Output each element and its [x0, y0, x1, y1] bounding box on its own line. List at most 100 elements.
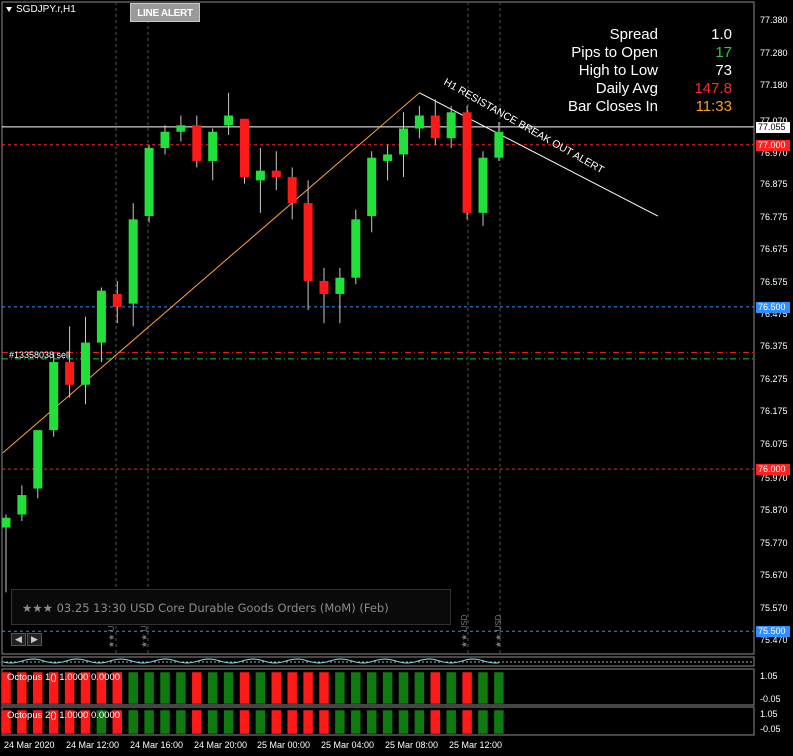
time-axis-label: 25 Mar 00:00	[257, 740, 311, 750]
info-panel: Spread 1.0 Pips to Open 17 High to Low 73 Dail…	[540, 26, 740, 116]
octopus-1-bar	[286, 671, 298, 705]
line-alert-button[interactable]: LINE ALERT	[130, 3, 200, 22]
candle	[112, 280, 122, 324]
info-value: 17	[715, 44, 732, 61]
octopus-1-bar	[302, 671, 314, 705]
info-row: Spread 1.0	[540, 26, 740, 44]
octopus-1-bar	[318, 671, 330, 705]
price-axis-label: 75.870	[760, 505, 788, 516]
bull-candle-body	[144, 147, 154, 217]
price-axis-label: 76.375	[760, 341, 788, 352]
candle	[176, 115, 186, 142]
octopus-1-bar	[223, 671, 234, 705]
octopus-2-bar	[286, 709, 298, 735]
bull-candle-body	[255, 170, 265, 181]
octopus-2-bar	[175, 709, 187, 735]
price-axis-label: 75.770	[760, 537, 788, 548]
price-axis-label: 75.570	[760, 602, 788, 613]
octopus-1-bar	[430, 671, 441, 705]
indicator-label: Octopus 1() 1.0000 0.0000	[7, 672, 121, 683]
bull-candle-body	[478, 157, 488, 213]
bull-candle-body	[494, 131, 504, 158]
time-axis-label: 25 Mar 08:00	[385, 740, 439, 750]
price-axis-label: 76.575	[760, 276, 788, 287]
candle	[96, 287, 106, 363]
candle	[367, 151, 377, 233]
indicator-axis-top: 1.05	[760, 671, 778, 681]
octopus-1-bar	[239, 671, 250, 705]
price-tag: 76.500	[756, 301, 790, 313]
candle	[192, 115, 202, 168]
indicator-axis-top: 1.05	[760, 709, 778, 719]
octopus-1-bar	[461, 671, 473, 705]
price-axis-label: 77.280	[760, 47, 788, 58]
bull-candle-body	[49, 362, 59, 431]
bull-candle-body	[96, 290, 106, 343]
price-axis-label: 75.670	[760, 570, 788, 581]
octopus-1-bar	[271, 671, 282, 705]
candle	[319, 267, 329, 324]
octopus-2-bar	[159, 709, 171, 735]
bull-candle-body	[367, 157, 377, 217]
bull-candle-body	[128, 219, 138, 304]
octopus-2-bar	[239, 709, 250, 735]
octopus-2-bar	[223, 709, 234, 735]
candle	[414, 105, 424, 139]
candle	[287, 167, 297, 220]
candle	[144, 144, 154, 223]
bull-candle-body	[224, 115, 234, 126]
bear-candle-body	[287, 177, 297, 204]
time-axis-label: 25 Mar 12:00	[449, 740, 503, 750]
scroll-right-icon[interactable]: ▶	[27, 633, 42, 646]
indicator-axis-bottom: -0.05	[760, 694, 781, 704]
dropdown-triangle-icon[interactable]	[6, 6, 12, 12]
candle	[65, 326, 75, 398]
octopus-2-bar	[302, 709, 314, 735]
octopus-2-bar	[127, 709, 139, 735]
scroll-left-icon[interactable]: ◀	[11, 633, 26, 646]
octopus-2-bar	[334, 709, 346, 735]
octopus-1-bar	[366, 671, 377, 705]
bull-candle-body	[33, 430, 43, 489]
info-value: 1.0	[711, 26, 732, 43]
octopus-1-bar	[414, 671, 425, 705]
time-axis-label: 25 Mar 04:00	[321, 740, 375, 750]
octopus-2-bar	[382, 709, 393, 735]
bear-candle-body	[303, 203, 313, 281]
candle	[383, 144, 393, 181]
bear-candle-body	[319, 280, 329, 294]
time-axis-label: 24 Mar 16:00	[130, 740, 184, 750]
horizontal-levels[interactable]	[2, 126, 754, 632]
bull-candle-body	[81, 342, 90, 385]
bear-candle-body	[271, 170, 281, 178]
candle	[494, 122, 504, 161]
octopus-2-bar	[207, 709, 218, 735]
news-ticker[interactable]: ★★★ 03.25 13:30 USD Core Durable Goods O…	[11, 589, 451, 625]
octopus-2-bar	[461, 709, 473, 735]
octopus-2-bar	[445, 709, 457, 735]
octopus-2-bar	[318, 709, 330, 735]
bull-candle-body	[351, 219, 361, 278]
octopus-2-bar	[414, 709, 425, 735]
info-value: 11:33	[695, 98, 732, 115]
bear-candle-body	[65, 362, 75, 385]
octopus-2-bar	[191, 709, 203, 735]
time-axis-label: 24 Mar 12:00	[66, 740, 120, 750]
price-axis-label: 77.180	[760, 80, 788, 91]
octopus-1-bar	[127, 671, 139, 705]
octopus-2-bar	[493, 709, 505, 735]
octopus-1-bar	[350, 671, 362, 705]
candles	[1, 92, 504, 593]
bull-candle-body	[17, 495, 27, 515]
indicator-axis-bottom: -0.05	[760, 724, 781, 734]
candle	[351, 209, 361, 285]
bear-candle-body	[240, 118, 249, 178]
indicator-label: Octopus 2() 1.0000 0.0000	[7, 710, 121, 721]
octopus-1-bar	[207, 671, 218, 705]
candle	[462, 105, 472, 220]
octopus-1-bar	[445, 671, 457, 705]
candle	[255, 147, 265, 213]
chart-grid: ★★ USD ★★ USD ★★ USD ★★ USD	[107, 2, 503, 654]
candle	[335, 267, 345, 324]
candle	[208, 128, 218, 181]
